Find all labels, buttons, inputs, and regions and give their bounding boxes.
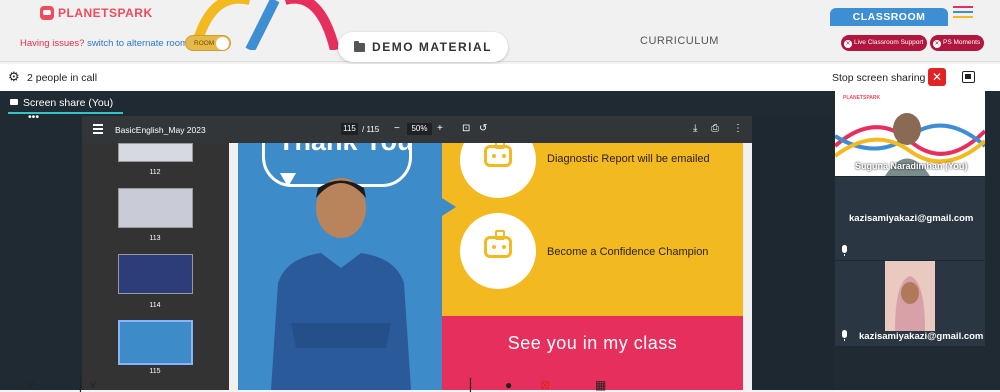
thumbnail-112[interactable]: [118, 143, 193, 162]
mic-toggle-icon[interactable]: ▏˅: [80, 379, 96, 391]
thumbnail-number: 114: [149, 302, 161, 309]
live-support-label: Live Classroom Support: [854, 39, 924, 46]
thumbnail-114[interactable]: [118, 254, 193, 294]
more-vertical-icon[interactable]: ⋮: [733, 123, 743, 134]
room-toggle[interactable]: ROOM: [185, 35, 231, 51]
thumbnail-number: 112: [149, 169, 161, 176]
gear-icon[interactable]: ⚙: [8, 70, 20, 83]
issues-text: Having issues?: [20, 38, 85, 49]
hamburger-menu-icon[interactable]: [953, 6, 973, 21]
thumbnail-115[interactable]: [118, 320, 193, 365]
pdf-filename: BasicEnglish_May 2023: [115, 125, 206, 135]
teacher-photo: [271, 178, 411, 390]
live-support-button[interactable]: ✕ Live Classroom Support: [841, 35, 928, 51]
participant-email: kazisamiyakazi@gmail.com: [859, 331, 984, 342]
switch-room-link[interactable]: switch to alternate room: [87, 38, 188, 49]
thumbnail-113[interactable]: [118, 188, 193, 228]
close-circle-icon: ✕: [844, 40, 852, 48]
mic-icon: [842, 162, 847, 173]
participant-video: [885, 261, 935, 331]
stage-gap: [752, 116, 834, 390]
video-icon[interactable]: □˅: [20, 379, 34, 391]
ps-moments-button[interactable]: ✕ PS Moments: [930, 35, 985, 51]
classroom-tab[interactable]: CLASSROOM: [830, 8, 948, 26]
layout-icon[interactable]: [962, 71, 975, 83]
stop-share-label: Stop screen sharing: [832, 72, 926, 84]
close-circle-icon: ✕: [933, 40, 941, 48]
folder-icon: [354, 40, 366, 52]
print-icon[interactable]: ⎙: [711, 123, 719, 134]
stop-share-button[interactable]: ✕: [928, 68, 946, 86]
rotate-icon[interactable]: ↺: [479, 123, 487, 134]
pdf-menu-icon[interactable]: [93, 124, 103, 136]
zoom-input[interactable]: 50%: [407, 123, 432, 135]
pdf-scrollbar[interactable]: [743, 143, 752, 390]
share-screen-icon[interactable]: ⊠: [540, 379, 550, 391]
slide-item-1: Diagnostic Report will be emailed: [547, 153, 710, 165]
ps-moments-label: PS Moments: [943, 39, 981, 46]
thumbnail-number: 113: [149, 235, 161, 242]
zoom-out-icon[interactable]: −: [394, 124, 400, 134]
thumbnail-number: 115: [149, 368, 161, 375]
slide-item-2: Become a Confidence Champion: [547, 246, 709, 258]
participants-icon[interactable]: ●: [505, 379, 512, 391]
slide-footer-text: See you in my class: [507, 333, 678, 353]
room-toggle-label: ROOM: [194, 40, 215, 47]
screen-share-label: Screen share (You): [23, 97, 114, 109]
zoom-in-icon[interactable]: +: [437, 124, 443, 134]
demo-material-button[interactable]: DEMO MATERIAL: [338, 32, 508, 62]
slide-page: Thank You Diagnostic Report will be emai…: [238, 143, 743, 390]
brand-logo: PLANETSPARK: [40, 6, 153, 20]
slide-arrow: [442, 198, 456, 216]
raise-hand-icon[interactable]: ▏: [470, 379, 479, 391]
page-total: / 115: [362, 125, 380, 134]
demo-material-label: DEMO MATERIAL: [372, 40, 492, 54]
planetspark-icon: [40, 6, 54, 20]
participant-name-text: Suguna Naradimhan (You): [855, 161, 968, 171]
page-number-input[interactable]: 115: [341, 123, 358, 135]
mic-icon: [842, 245, 847, 256]
fit-page-icon[interactable]: ⊡: [462, 123, 470, 134]
issues-notice: Having issues? switch to alternate room: [20, 38, 188, 49]
chat-icon[interactable]: ▦: [595, 379, 606, 391]
curriculum-tab[interactable]: CURRICULUM: [640, 35, 719, 47]
people-count: 2 people in call: [27, 72, 98, 84]
download-icon[interactable]: ⤓: [693, 123, 697, 134]
tile-brand: PLANETSPARK: [843, 95, 881, 101]
champion-bot-icon: [460, 213, 536, 289]
more-icon[interactable]: •••: [28, 111, 39, 123]
thank-you-text: Thank You: [278, 143, 414, 157]
mic-icon: [842, 330, 847, 341]
thumbnail-scrollbar[interactable]: [229, 143, 238, 390]
participant-email: kazisamiyakazi@gmail.com: [849, 213, 974, 224]
monitor-icon: [10, 99, 18, 105]
brand-name: PLANETSPARK: [58, 6, 153, 20]
participant-name: Suguna Naradimhan (You): [835, 157, 985, 176]
screen-share-tab[interactable]: Screen share (You) •••: [8, 96, 123, 123]
